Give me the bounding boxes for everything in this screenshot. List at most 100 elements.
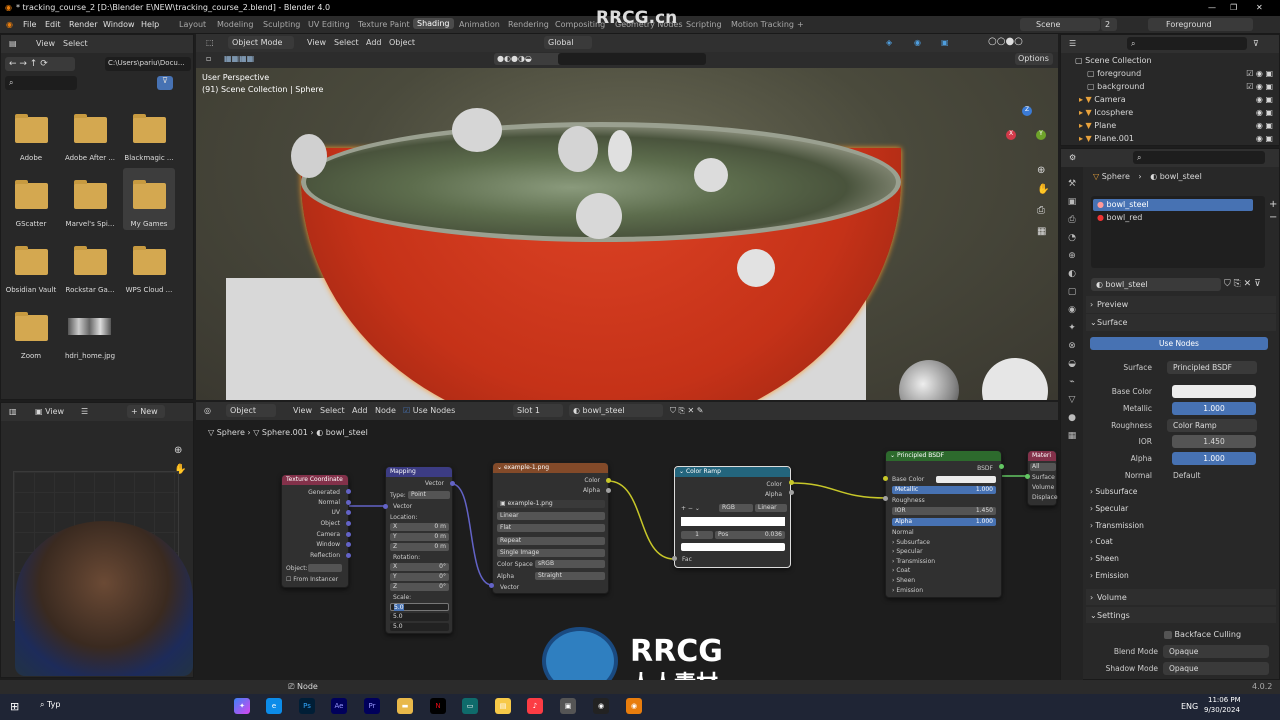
xray-icon[interactable]: ▣ xyxy=(941,38,949,47)
filter-icon[interactable]: ⊽ xyxy=(157,76,173,90)
node-mapping[interactable]: Mapping Vector Type: Point Vector Locati… xyxy=(385,466,453,634)
vp-select-menu[interactable]: Select xyxy=(334,38,359,47)
nav-arrows-icon[interactable]: ← → ↑ ⟳ xyxy=(5,57,75,71)
visibility-icons[interactable]: ☑ ◉ ▣ xyxy=(1246,69,1273,78)
menu-window[interactable]: Window xyxy=(103,20,135,29)
alpha-mode-field[interactable]: Straight xyxy=(535,572,605,580)
folder-icon[interactable] xyxy=(15,114,48,143)
node-color-ramp[interactable]: ⌄ Color Ramp Color Alpha + − ⌄ RGB Linea… xyxy=(674,466,791,568)
fb-select-menu[interactable]: Select xyxy=(63,39,88,48)
node-principled-bsdf[interactable]: ⌄ Principled BSDF BSDF Base Color Metall… xyxy=(885,450,1002,598)
subsection-subsurface[interactable]: › Subsurface xyxy=(1090,487,1137,496)
material-actions-icons[interactable]: ⛉ ⎘ ✕ ⊽ xyxy=(1224,279,1261,289)
mode-selector[interactable]: Object Mode xyxy=(228,36,294,49)
pan-hand-icon[interactable]: ✋ xyxy=(1037,184,1049,195)
node-panel-toggle[interactable]: › Specular xyxy=(892,548,923,555)
socket[interactable] xyxy=(346,489,351,494)
ramp-controls-icons[interactable]: + − ⌄ xyxy=(681,505,700,512)
socket[interactable] xyxy=(883,476,888,481)
base-color-swatch[interactable] xyxy=(936,476,996,483)
tool-icon[interactable]: ▫ xyxy=(206,54,211,63)
after-effects-icon[interactable]: Ae xyxy=(331,698,347,714)
fb-nav-buttons[interactable]: ← → ↑ ⟳ xyxy=(5,57,75,71)
metallic-field[interactable]: 1.000 xyxy=(1172,402,1256,415)
viewport-search[interactable] xyxy=(558,53,706,65)
socket[interactable] xyxy=(346,553,351,558)
ramp-gradient[interactable] xyxy=(681,517,785,526)
visibility-icons[interactable]: ☑ ◉ ▣ xyxy=(1246,82,1273,91)
material-slot-item[interactable]: ● bowl_steel xyxy=(1093,199,1253,211)
viewport-shading-icon[interactable]: ●◐●◑◒ xyxy=(494,53,568,65)
roughness-field[interactable]: Color Ramp xyxy=(1167,419,1257,432)
shadow-mode-field[interactable]: Opaque xyxy=(1163,662,1269,675)
remove-slot-icon[interactable]: − xyxy=(1269,212,1277,223)
subsection-specular[interactable]: › Specular xyxy=(1090,504,1128,513)
location-y-field[interactable]: Y 0 m xyxy=(390,533,449,541)
navigation-gizmo[interactable]: Z X Y xyxy=(1004,106,1048,150)
folder-icon[interactable] xyxy=(74,180,107,209)
location-x-field[interactable]: X 0 m xyxy=(390,523,449,531)
add-slot-icon[interactable]: + xyxy=(1269,199,1277,210)
stop-color-swatch[interactable] xyxy=(681,543,785,551)
interpolation-field[interactable]: Linear xyxy=(497,512,605,520)
overlay-icon[interactable]: ◉ xyxy=(914,38,921,47)
netflix-icon[interactable]: N xyxy=(430,698,446,714)
tab-modeling[interactable]: Modeling xyxy=(217,20,253,29)
render-canvas[interactable]: Z X Y ⊕ ✋ ⎙ ▦ xyxy=(196,68,1058,400)
outliner-item[interactable]: ▸ ▼ Plane.001 ◉ ▣ xyxy=(1079,134,1277,143)
socket[interactable] xyxy=(489,583,494,588)
properties-search[interactable]: ⌕ xyxy=(1133,151,1265,164)
editor-type-icon[interactable]: ⬚ xyxy=(206,38,214,47)
fb-path-field[interactable]: C:\Users\pariu\Docu... xyxy=(105,57,191,71)
section-header[interactable]: ⌄ Surface xyxy=(1086,314,1276,331)
visibility-icons[interactable]: ◉ ▣ xyxy=(1256,134,1273,143)
minimize-button[interactable]: — xyxy=(1208,3,1216,12)
outliner-item[interactable]: ▢ foreground ☑ ◉ ▣ xyxy=(1087,69,1277,78)
interpolation-field[interactable]: Linear xyxy=(755,504,787,512)
alpha-field[interactable]: 1.000 xyxy=(1172,452,1256,465)
folder-icon[interactable] xyxy=(74,246,107,275)
menu-edit[interactable]: Edit xyxy=(45,20,61,29)
node-panel-toggle[interactable]: › Sheen xyxy=(892,577,915,584)
tab-sculpting[interactable]: Sculpting xyxy=(263,20,300,29)
mapping-type-field[interactable]: Point xyxy=(408,491,450,499)
socket[interactable] xyxy=(346,500,351,505)
outliner-item[interactable]: ▸ ▼ Icosphere ◉ ▣ xyxy=(1079,108,1277,117)
surface-shader-field[interactable]: Principled BSDF xyxy=(1167,361,1257,374)
metallic-field[interactable]: Metallic 1.000 xyxy=(892,486,996,494)
base-color-swatch[interactable] xyxy=(1172,385,1256,398)
rotation-z-field[interactable]: Z 0° xyxy=(390,583,449,591)
select-mode-icons[interactable]: ▦▦▦▦ xyxy=(224,54,254,63)
close-button[interactable]: ✕ xyxy=(1256,3,1263,12)
folder-icon[interactable] xyxy=(15,246,48,275)
camera-view-icon[interactable]: ⎙ xyxy=(1037,205,1045,216)
image-selector[interactable]: ▣ example-1.png xyxy=(497,500,605,508)
editor-type-icon[interactable]: ☰ xyxy=(1069,39,1076,48)
socket[interactable] xyxy=(383,504,388,509)
node-panel-toggle[interactable]: › Transmission xyxy=(892,558,935,565)
zoom-icon[interactable]: ⊕ xyxy=(1037,165,1045,176)
outliner-item[interactable]: ▸ ▼ Camera ◉ ▣ xyxy=(1079,95,1277,104)
subsection-sheen[interactable]: › Sheen xyxy=(1090,554,1119,563)
position-field[interactable]: Pos 0.036 xyxy=(715,531,785,539)
property-tab-icons[interactable]: ⚒ ▣ ⎙ ◔ ⊕ ◐ ▢ ◉ ✦ ⊗ ◒ ⌁ ▽ ● ▦ xyxy=(1061,167,1083,445)
menu-file[interactable]: File xyxy=(23,20,36,29)
folder-icon[interactable] xyxy=(74,114,107,143)
socket[interactable] xyxy=(883,496,888,501)
hdri-thumbnail[interactable] xyxy=(68,318,111,335)
output-target-field[interactable]: All xyxy=(1030,463,1056,471)
editor-type-icon[interactable]: ▥ xyxy=(9,407,17,416)
node-editor[interactable]: ◎ Object View Select Add Node ☑ Use Node… xyxy=(196,402,1058,678)
blender-menu-icon[interactable]: ◉ xyxy=(6,20,13,29)
node-panel-toggle[interactable]: › Emission xyxy=(892,587,923,594)
alpha-field[interactable]: Alpha 1.000 xyxy=(892,518,996,526)
outliner-root[interactable]: ▢ Scene Collection xyxy=(1075,56,1152,65)
new-image-button[interactable]: + New xyxy=(127,405,165,418)
folder-icon[interactable] xyxy=(15,312,48,341)
normal-field[interactable]: Default xyxy=(1167,469,1257,482)
editor-type-icon[interactable]: ⚙ xyxy=(1069,153,1076,162)
options-button[interactable]: Options xyxy=(1015,53,1053,65)
edge-icon[interactable]: e xyxy=(266,698,282,714)
vp-view-menu[interactable]: View xyxy=(307,38,326,47)
obs-icon[interactable]: ◉ xyxy=(593,698,609,714)
